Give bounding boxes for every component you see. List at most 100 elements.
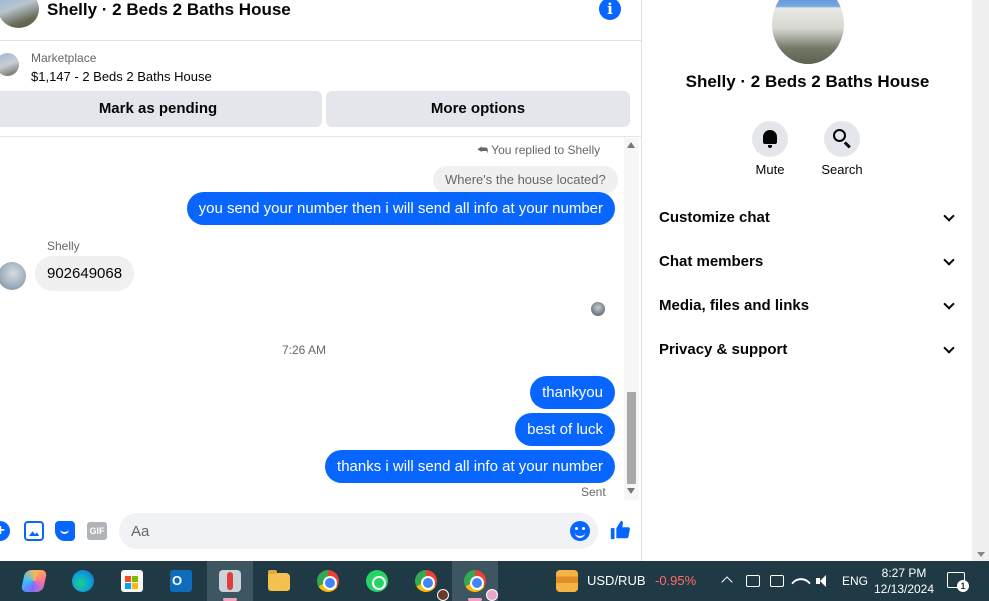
reply-arrow-icon: ⮪ (477, 143, 489, 157)
meet-now-icon[interactable] (746, 575, 760, 587)
section-media-files-links[interactable]: Media, files and links (659, 294, 959, 318)
outgoing-message[interactable]: you send your number then i will send al… (186, 192, 615, 225)
sender-name: Shelly (47, 239, 80, 253)
marketplace-label: Marketplace (31, 51, 97, 65)
taskbar-app-whatsapp[interactable] (354, 561, 400, 601)
search-button[interactable] (824, 121, 860, 157)
gif-icon[interactable]: GIF (87, 522, 107, 540)
chat-header: Shelly · 2 Beds 2 Baths House i (0, 0, 642, 41)
photoshop-icon (219, 570, 241, 592)
reply-note-text: You replied to Shelly (491, 143, 601, 157)
copilot-icon (20, 570, 48, 592)
conversation-avatar[interactable] (772, 0, 844, 64)
thumbs-up-icon[interactable] (609, 519, 631, 541)
search-action[interactable]: Search (812, 121, 872, 177)
search-label: Search (821, 162, 863, 177)
scroll-thumb[interactable] (627, 392, 636, 484)
marketplace-listing-bar: Marketplace $1,147 - 2 Beds 2 Baths Hous… (0, 41, 642, 137)
chevron-down-icon (943, 254, 955, 266)
chat-title[interactable]: Shelly · 2 Beds 2 Baths House (47, 0, 291, 20)
section-label: Chat members (659, 253, 764, 270)
seen-avatar (591, 302, 605, 316)
ticker-label[interactable]: USD/RUB (587, 573, 646, 588)
taskbar-app-outlook[interactable] (158, 561, 204, 601)
listing-title[interactable]: $1,147 - 2 Beds 2 Baths House (31, 69, 212, 84)
windows-taskbar: USD/RUB -0.95% ENG 8:27 PM 12/13/2024 1 (0, 561, 989, 601)
message-timestamp: 7:26 AM (281, 343, 327, 357)
message-input-box[interactable] (119, 513, 598, 549)
plus-icon[interactable]: + (0, 521, 10, 541)
sticker-icon[interactable] (55, 521, 75, 541)
clock[interactable]: 8:27 PM 12/13/2024 (872, 565, 936, 597)
message-input[interactable] (131, 513, 561, 549)
scroll-down-arrow-icon[interactable] (977, 552, 985, 557)
section-label: Customize chat (659, 209, 770, 226)
screen: Shelly · 2 Beds 2 Baths House i Marketpl… (0, 0, 989, 601)
mark-as-pending-button[interactable]: Mark as pending (0, 91, 322, 127)
chrome-profile-icon (415, 570, 449, 601)
bell-icon (763, 130, 777, 148)
chevron-down-icon (943, 342, 955, 354)
mute-action[interactable]: Mute (740, 121, 800, 177)
mute-label: Mute (755, 162, 785, 177)
sent-status: Sent (581, 485, 606, 499)
taskbar-app-edge[interactable] (60, 561, 106, 601)
section-privacy-support[interactable]: Privacy & support (659, 338, 959, 362)
whatsapp-icon (366, 570, 388, 592)
wifi-icon[interactable] (794, 574, 808, 588)
search-icon (833, 129, 846, 142)
listing-thumbnail[interactable] (0, 53, 19, 76)
notification-count: 1 (957, 580, 969, 592)
taskbar-app-copilot[interactable] (11, 561, 57, 601)
taskbar-app-chrome-profile[interactable] (452, 561, 498, 601)
chat-panel: Shelly · 2 Beds 2 Baths House i Marketpl… (0, 0, 642, 561)
page-scrollbar[interactable] (972, 0, 989, 561)
taskbar-app-chrome-profile[interactable] (403, 561, 449, 601)
ticker-icon[interactable] (556, 570, 578, 592)
clock-time: 8:27 PM (881, 566, 927, 580)
section-label: Privacy & support (659, 341, 788, 358)
language-indicator[interactable]: ENG (842, 574, 868, 590)
outgoing-message[interactable]: thanks i will send all info at your numb… (325, 450, 615, 483)
chevron-down-icon (943, 210, 955, 222)
chat-avatar[interactable] (0, 0, 39, 28)
scroll-up-arrow-icon[interactable] (627, 142, 635, 148)
store-icon (121, 570, 143, 592)
outgoing-message[interactable]: thankyou (530, 376, 615, 409)
section-label: Media, files and links (659, 297, 810, 314)
conversation-details-panel: Shelly · 2 Beds 2 Baths House Mute Searc… (643, 0, 972, 561)
outlook-icon (170, 570, 192, 592)
taskbar-app-photoshop[interactable] (207, 561, 253, 601)
message-scrollbar[interactable] (624, 138, 639, 500)
profile-badge (486, 589, 498, 601)
message-list: ⮪ You replied to Shelly Where's the house… (0, 138, 624, 500)
ticker-change[interactable]: -0.95% (655, 573, 696, 588)
scroll-down-arrow-icon[interactable] (627, 488, 635, 494)
emoji-icon[interactable] (570, 521, 590, 541)
reply-note: ⮪ You replied to Shelly (477, 143, 600, 158)
section-customize-chat[interactable]: Customize chat (659, 206, 959, 230)
chevron-down-icon (943, 298, 955, 310)
photo-icon[interactable] (24, 521, 44, 541)
chrome-profile-icon (464, 570, 498, 601)
mute-button[interactable] (752, 121, 788, 157)
incoming-message[interactable]: 902649068 (35, 256, 135, 291)
quoted-message[interactable]: Where's the house located? (433, 166, 618, 194)
sender-avatar[interactable] (0, 262, 26, 290)
composer: + GIF (0, 500, 642, 561)
taskbar-app-file-explorer[interactable] (256, 561, 302, 601)
conversation-title: Shelly · 2 Beds 2 Baths House (685, 72, 930, 91)
profile-badge (437, 589, 449, 601)
onedrive-icon[interactable] (770, 575, 784, 587)
outgoing-message[interactable]: best of luck (515, 413, 615, 446)
taskbar-app-chrome[interactable] (305, 561, 351, 601)
tray-expand-icon[interactable] (721, 575, 733, 587)
info-icon[interactable]: i (599, 0, 621, 20)
chrome-icon (317, 570, 339, 592)
more-options-button[interactable]: More options (326, 91, 630, 127)
section-chat-members[interactable]: Chat members (659, 250, 959, 274)
clock-date: 12/13/2024 (873, 582, 935, 596)
speaker-icon[interactable] (816, 574, 830, 588)
file-explorer-icon (268, 570, 290, 591)
taskbar-app-store[interactable] (109, 561, 155, 601)
